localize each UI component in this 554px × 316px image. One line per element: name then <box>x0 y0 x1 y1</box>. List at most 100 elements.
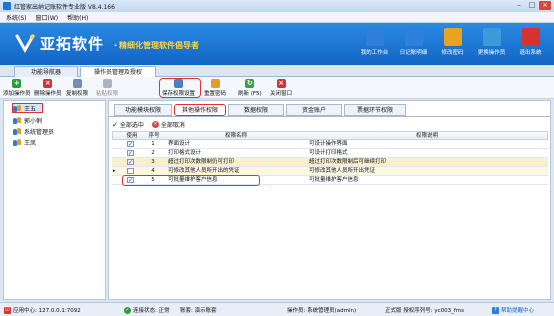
use-checkbox[interactable]: ✓ <box>127 141 134 148</box>
permission-name: 可修改其他人员所开出的凭证 <box>168 168 240 174</box>
header-actions: 我的工作台 日记账明细 修改密码 更换操作员 退出系统 <box>357 28 548 56</box>
help-center-link[interactable]: ? 帮助提醒中心 <box>492 306 534 314</box>
operator-name: 王五 <box>24 105 37 113</box>
users-icon <box>13 116 21 124</box>
deselect-all-label: 全部取消 <box>160 122 185 129</box>
status-bar: ☑ 应用中心: 127.0.0.1:7092 ✓ 连接状态: 正常 账套: 演示… <box>0 302 554 316</box>
header-action-button[interactable]: 修改密码 <box>435 28 470 56</box>
power-icon <box>521 28 540 46</box>
menu-help[interactable]: 帮助(H) <box>67 13 88 22</box>
desktop-icon <box>365 28 384 46</box>
status-operator: 操作员: 系统管理员(admin) <box>287 308 357 314</box>
use-checkbox[interactable]: ✓ <box>127 159 134 166</box>
title-bar: 红管家出纳记账软件专业版 V8.4.166 – □ × <box>0 0 554 12</box>
paste-icon <box>102 79 112 88</box>
toolbar-label: 复制权限 <box>66 91 89 97</box>
delete-button[interactable]: × 删除操作员 <box>34 79 62 97</box>
refresh-icon: ↻ <box>245 79 255 88</box>
status-connection: ✓ 连接状态: 正常 <box>124 306 170 314</box>
close-window-button[interactable]: × 关闭窗口 <box>270 79 292 97</box>
column-header-no: 序号 <box>148 133 160 139</box>
connected-icon: ✓ <box>124 306 131 314</box>
maximize-icon[interactable]: □ <box>526 1 538 10</box>
row-number: 4 <box>151 168 155 174</box>
row-highlight-box <box>122 175 260 186</box>
brand-name: 亚拓软件 <box>40 35 105 53</box>
close-icon[interactable]: × <box>539 1 551 10</box>
refresh-button[interactable]: ↻ 刷新 (F5) <box>238 79 262 97</box>
permission-desc: 可批量维护客户信息 <box>309 177 359 183</box>
brand-slogan: · 精细化管理软件倡导者 <box>114 41 200 50</box>
header-action-label: 更换操作员 <box>477 50 506 56</box>
operator-item[interactable]: 王五 <box>12 103 44 113</box>
key-user-icon <box>443 28 462 46</box>
tab-other-permissions[interactable]: 其他操作权限 <box>174 104 226 116</box>
select-all-label: 全部选中 <box>119 122 144 129</box>
header-action-button[interactable]: 我的工作台 <box>357 28 392 56</box>
help-icon: ? <box>492 306 499 314</box>
permission-desc: 可设计打印格式 <box>309 150 348 156</box>
table-row[interactable]: ✓ 2 打印格式设计 可设计打印格式 <box>112 149 548 158</box>
tab-bill-permissions[interactable]: 票据环节权限 <box>344 104 406 116</box>
table-row[interactable]: ✓ 3 超过打印次数限制仍可打印 超过打印次数限制后可继续打印 <box>112 158 548 167</box>
permission-name: 超过打印次数限制仍可打印 <box>168 159 235 165</box>
header-action-button[interactable]: 日记账明细 <box>396 28 431 56</box>
header-action-label: 我的工作台 <box>360 50 389 56</box>
operator-item[interactable]: 系统管理员 <box>13 126 54 136</box>
permission-desc: 超过打印次数限制后可继续打印 <box>309 159 387 165</box>
tab-module-permissions[interactable]: 功能模块权限 <box>114 104 172 116</box>
row-number: 2 <box>151 150 155 156</box>
selection-actions: ✔ 全部选中 × 全部取消 <box>112 120 185 130</box>
cancel-icon: × <box>151 121 159 128</box>
deselect-all-button[interactable]: × 全部取消 <box>151 120 185 129</box>
permission-panel: 功能模块权限 其他操作权限 数据权限 资金账户 票据环节权限 ✔ 全部选中 × … <box>108 100 551 300</box>
operator-item[interactable]: 郭小俐 <box>13 115 42 125</box>
permission-desc: 可修改其他人员所开出凭证 <box>309 168 376 174</box>
add-button[interactable]: + 添加操作员 <box>3 79 31 97</box>
operator-list: 王五 郭小俐 系统管理员 王凤 <box>3 100 106 300</box>
minimize-icon[interactable]: – <box>513 1 525 10</box>
users-icon <box>13 104 21 112</box>
server-icon: ☑ <box>4 306 11 314</box>
operator-item[interactable]: 王凤 <box>13 137 36 147</box>
copy-button[interactable]: 复制权限 <box>66 79 88 97</box>
menu-system[interactable]: 系统(S) <box>6 13 27 22</box>
header-action-button[interactable]: 退出系统 <box>513 28 548 56</box>
select-all-button[interactable]: ✔ 全部选中 <box>112 120 144 130</box>
current-row-indicator-icon: ▸ <box>113 168 116 174</box>
column-header-desc: 权限说明 <box>415 133 438 139</box>
window-controls: – □ × <box>513 1 551 10</box>
tab-function-navigator[interactable]: 功能导航器 <box>14 66 78 77</box>
users-icon <box>13 127 21 135</box>
row-number: 3 <box>151 159 155 165</box>
permission-name: 界面设计 <box>168 141 191 147</box>
header-action-button[interactable]: 更换操作员 <box>474 28 509 56</box>
slogan-text: 精细化管理软件倡导者 <box>119 41 200 50</box>
switch-user-icon <box>482 28 501 46</box>
header-banner: 亚拓软件 · 精细化管理软件倡导者 我的工作台 日记账明细 修改密码 更换操作员 退出系统 <box>0 23 554 65</box>
toolbar-label: 刷新 (F5) <box>238 91 262 97</box>
ledger-icon <box>404 28 423 46</box>
header-action-label: 修改密码 <box>441 50 464 56</box>
row-number: 1 <box>151 141 155 147</box>
menu-window[interactable]: 窗口(W) <box>36 13 59 22</box>
reset-password-button[interactable]: 重置密码 <box>204 79 226 97</box>
add-icon: + <box>12 79 22 88</box>
toolbar-label: 关闭窗口 <box>270 91 293 97</box>
permission-desc: 可设计操作界面 <box>309 141 348 147</box>
use-checkbox[interactable] <box>127 168 134 174</box>
reset-password-icon <box>210 79 220 88</box>
app-center-text: 应用中心: 127.0.0.1:7092 <box>13 308 81 314</box>
toolbar-label: 添加操作员 <box>3 91 31 97</box>
menu-bar: 系统(S) 窗口(W) 帮助(H) <box>0 12 554 23</box>
tab-fund-accounts[interactable]: 资金账户 <box>286 104 342 116</box>
table-row[interactable]: ✓ 1 界面设计 可设计操作界面 <box>112 140 548 149</box>
status-edition: 正式版 授权序列号: yc003_fms <box>385 308 465 314</box>
toolbar: + 添加操作员 × 删除操作员 复制权限 粘贴权限 保存权限设置 重置密码 ↻ 刷新 (F5) × 关… <box>0 77 554 99</box>
header-action-label: 退出系统 <box>519 50 542 56</box>
operator-name: 系统管理员 <box>24 128 55 136</box>
tab-data-permissions[interactable]: 数据权限 <box>228 104 284 116</box>
use-checkbox[interactable]: ✓ <box>127 150 134 157</box>
close-window-icon: × <box>276 79 286 88</box>
paste-button[interactable]: 粘贴权限 <box>96 79 118 97</box>
